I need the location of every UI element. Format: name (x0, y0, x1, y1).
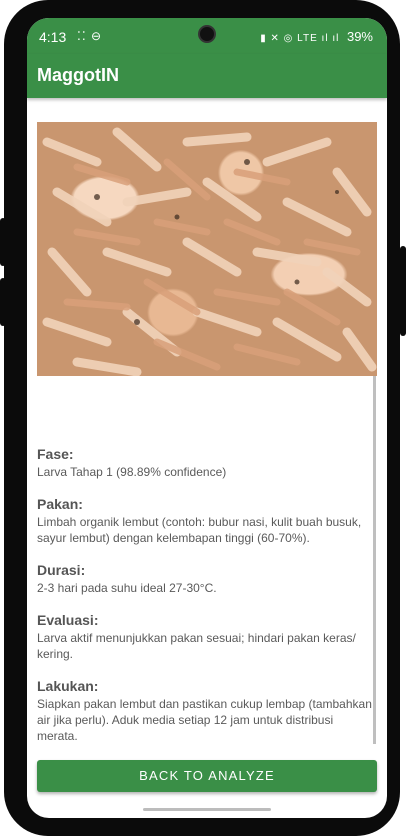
pakan-text: Limbah organik lembut (contoh: bubur nas… (37, 515, 362, 545)
signal-icon: ▮ ✕ ◎ LTE ıl ıl (260, 33, 340, 44)
lakukan-label: Lakukan: (37, 678, 99, 694)
gesture-bar[interactable] (143, 808, 271, 811)
app-title: MaggotIN (37, 65, 119, 85)
section-lakukan: Lakukan: Siapkan pakan lembut dan pastik… (37, 678, 377, 744)
fase-label: Fase: (37, 446, 74, 462)
maggot-photo (37, 122, 377, 376)
evaluasi-text: Larva aktif menunjukkan pakan sesuai; hi… (37, 631, 356, 661)
section-durasi: Durasi: 2-3 hari pada suhu ideal 27-30°C… (37, 562, 377, 596)
fase-text: Larva Tahap 1 (98.89% confidence) (37, 465, 227, 479)
phone-frame: 4:13 ⁚⁚ ⊖ ▮ ✕ ◎ LTE ıl ıl 39% MaggotIN F… (4, 0, 400, 836)
app-bar: MaggotIN (27, 54, 387, 98)
front-camera (198, 25, 216, 43)
result-content[interactable]: Fase: Larva Tahap 1 (98.89% confidence) … (27, 98, 387, 818)
status-right: ▮ ✕ ◎ LTE ıl ıl 39% (260, 29, 373, 44)
section-fase: Fase: Larva Tahap 1 (98.89% confidence) (37, 446, 377, 480)
pakan-label: Pakan: (37, 496, 83, 512)
section-pakan: Pakan: Limbah organik lembut (contoh: bu… (37, 496, 377, 546)
evaluasi-label: Evaluasi: (37, 612, 99, 628)
volume-up-button (0, 218, 6, 266)
maggot-larvae-image (42, 127, 377, 376)
durasi-text: 2-3 hari pada suhu ideal 27-30°C. (37, 581, 217, 595)
durasi-label: Durasi: (37, 562, 86, 578)
battery-level: 39% (346, 29, 373, 44)
status-notification-icons: ⁚⁚ ⊖ (77, 29, 103, 43)
back-to-analyze-button[interactable]: BACK TO ANALYZE (37, 760, 377, 792)
status-bar: 4:13 ⁚⁚ ⊖ ▮ ✕ ◎ LTE ıl ıl 39% (27, 18, 387, 54)
screen: 4:13 ⁚⁚ ⊖ ▮ ✕ ◎ LTE ıl ıl 39% MaggotIN F… (27, 18, 387, 818)
volume-down-button (0, 278, 6, 326)
lakukan-text: Siapkan pakan lembut dan pastikan cukup … (37, 697, 372, 743)
status-time: 4:13 (39, 29, 67, 45)
section-evaluasi: Evaluasi: Larva aktif menunjukkan pakan … (37, 612, 377, 662)
power-button (400, 246, 406, 336)
